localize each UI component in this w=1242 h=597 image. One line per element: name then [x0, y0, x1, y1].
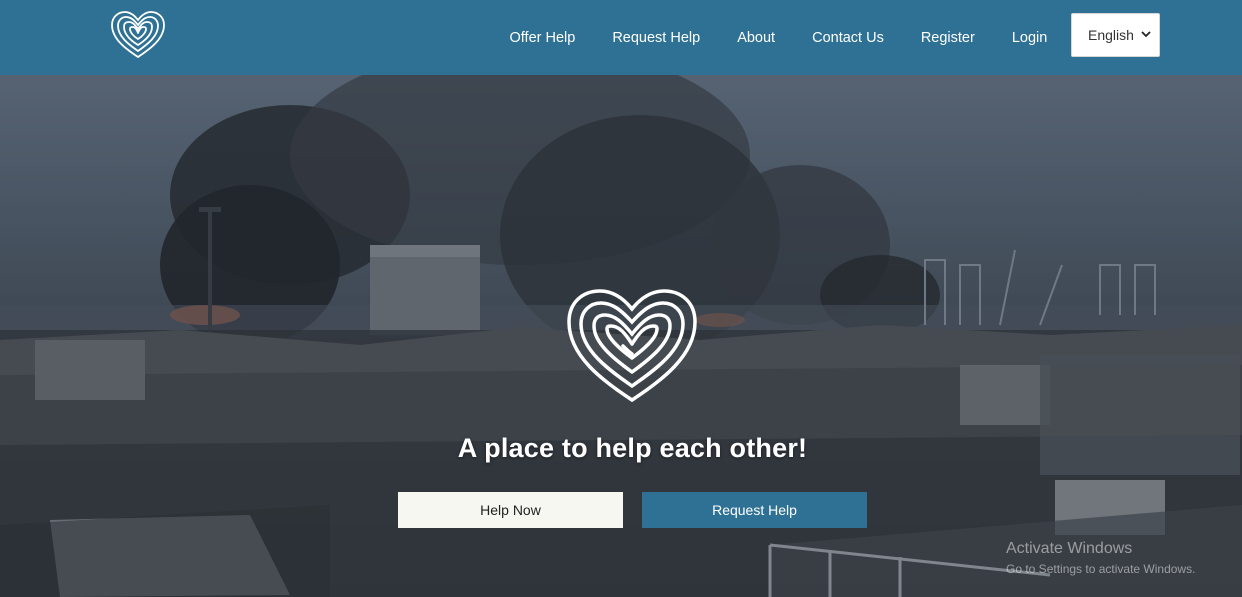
language-select[interactable]: English	[1071, 13, 1160, 57]
watermark-subtitle: Go to Settings to activate Windows.	[1006, 562, 1196, 576]
help-now-button[interactable]: Help Now	[398, 492, 623, 528]
hero-section: A place to help each other! Help Now Req…	[0, 75, 1242, 597]
nav-request-help[interactable]: Request Help	[594, 30, 719, 46]
fingerprint-heart-icon	[567, 289, 697, 403]
chevron-down-icon	[1141, 31, 1151, 38]
navbar: Offer Help Request Help About Contact Us…	[0, 0, 1242, 75]
watermark-title: Activate Windows	[1006, 540, 1133, 557]
hero-tagline: A place to help each other!	[457, 433, 808, 463]
windows-activation-watermark: Activate Windows Go to Settings to activ…	[1006, 540, 1195, 576]
nav-offer-help[interactable]: Offer Help	[491, 30, 594, 46]
nav-about[interactable]: About	[719, 30, 794, 46]
request-help-button[interactable]: Request Help	[642, 492, 867, 528]
fingerprint-heart-icon[interactable]	[108, 9, 168, 61]
main-nav: Offer Help Request Help About Contact Us…	[491, 0, 1066, 75]
language-select-value: English	[1088, 27, 1134, 43]
nav-contact-us[interactable]: Contact Us	[794, 30, 903, 46]
nav-login[interactable]: Login	[993, 30, 1065, 46]
nav-register[interactable]: Register	[902, 30, 993, 46]
